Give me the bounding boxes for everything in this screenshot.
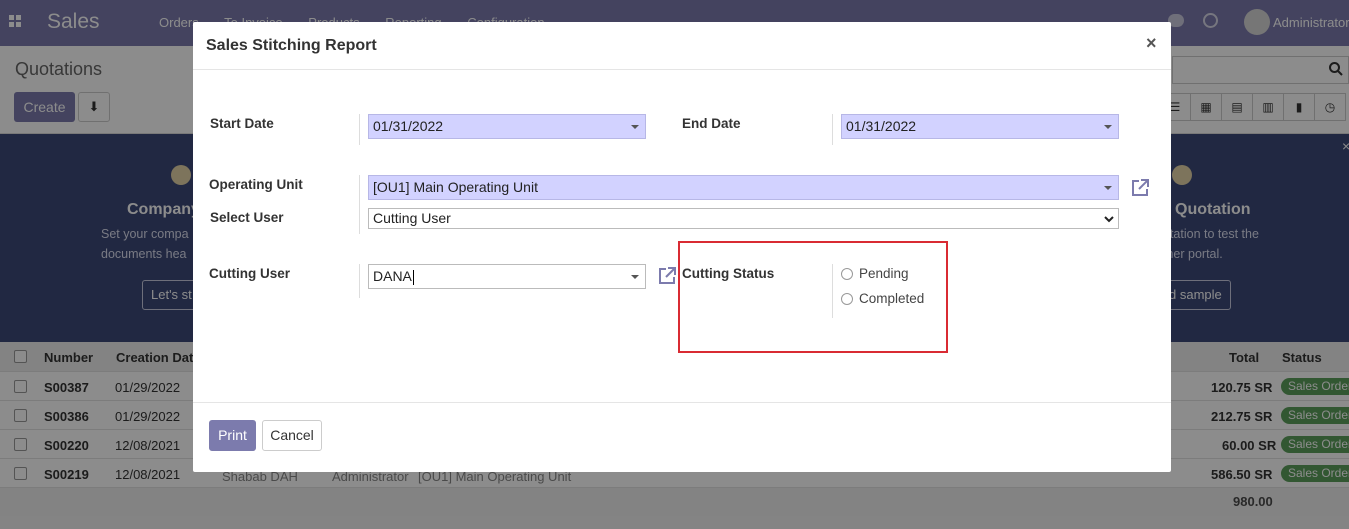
external-link-icon[interactable] [657, 266, 677, 286]
dialog-header: Sales Stitching Report × [193, 22, 1171, 70]
highlight-box [678, 241, 948, 353]
close-icon[interactable]: × [1146, 33, 1157, 54]
chevron-down-icon[interactable] [1104, 125, 1112, 129]
cutting-user-field[interactable]: DANA [368, 264, 646, 289]
select-user-label: Select User [210, 210, 284, 225]
start-date-label: Start Date [210, 116, 274, 131]
field-separator [832, 114, 833, 145]
cancel-button[interactable]: Cancel [262, 420, 322, 451]
dialog-title: Sales Stitching Report [206, 37, 377, 54]
operating-unit-value: [OU1] Main Operating Unit [373, 179, 538, 195]
text-cursor [412, 269, 414, 285]
operating-unit-field[interactable]: [OU1] Main Operating Unit [368, 175, 1119, 200]
chevron-down-icon[interactable] [631, 275, 639, 279]
end-date-value: 01/31/2022 [846, 118, 917, 134]
chevron-down-icon[interactable] [1104, 186, 1112, 190]
chevron-down-icon[interactable] [631, 125, 639, 129]
start-date-value: 01/31/2022 [373, 118, 444, 134]
field-separator [359, 264, 360, 298]
operating-unit-label: Operating Unit [209, 177, 303, 192]
cutting-user-label: Cutting User [209, 266, 290, 281]
dialog-footer: Print Cancel [193, 402, 1171, 472]
start-date-field[interactable]: 01/31/2022 [368, 114, 646, 139]
select-user-value: Cutting User [373, 210, 451, 226]
field-separator [359, 175, 360, 234]
select-user-field[interactable]: Cutting User [368, 208, 1119, 229]
chevron-down-icon[interactable] [1104, 213, 1114, 225]
end-date-label: End Date [682, 116, 741, 131]
field-separator [359, 114, 360, 145]
cutting-user-value: DANA [373, 268, 412, 284]
print-button[interactable]: Print [209, 420, 256, 451]
external-link-icon[interactable] [1130, 178, 1150, 198]
end-date-field[interactable]: 01/31/2022 [841, 114, 1119, 139]
